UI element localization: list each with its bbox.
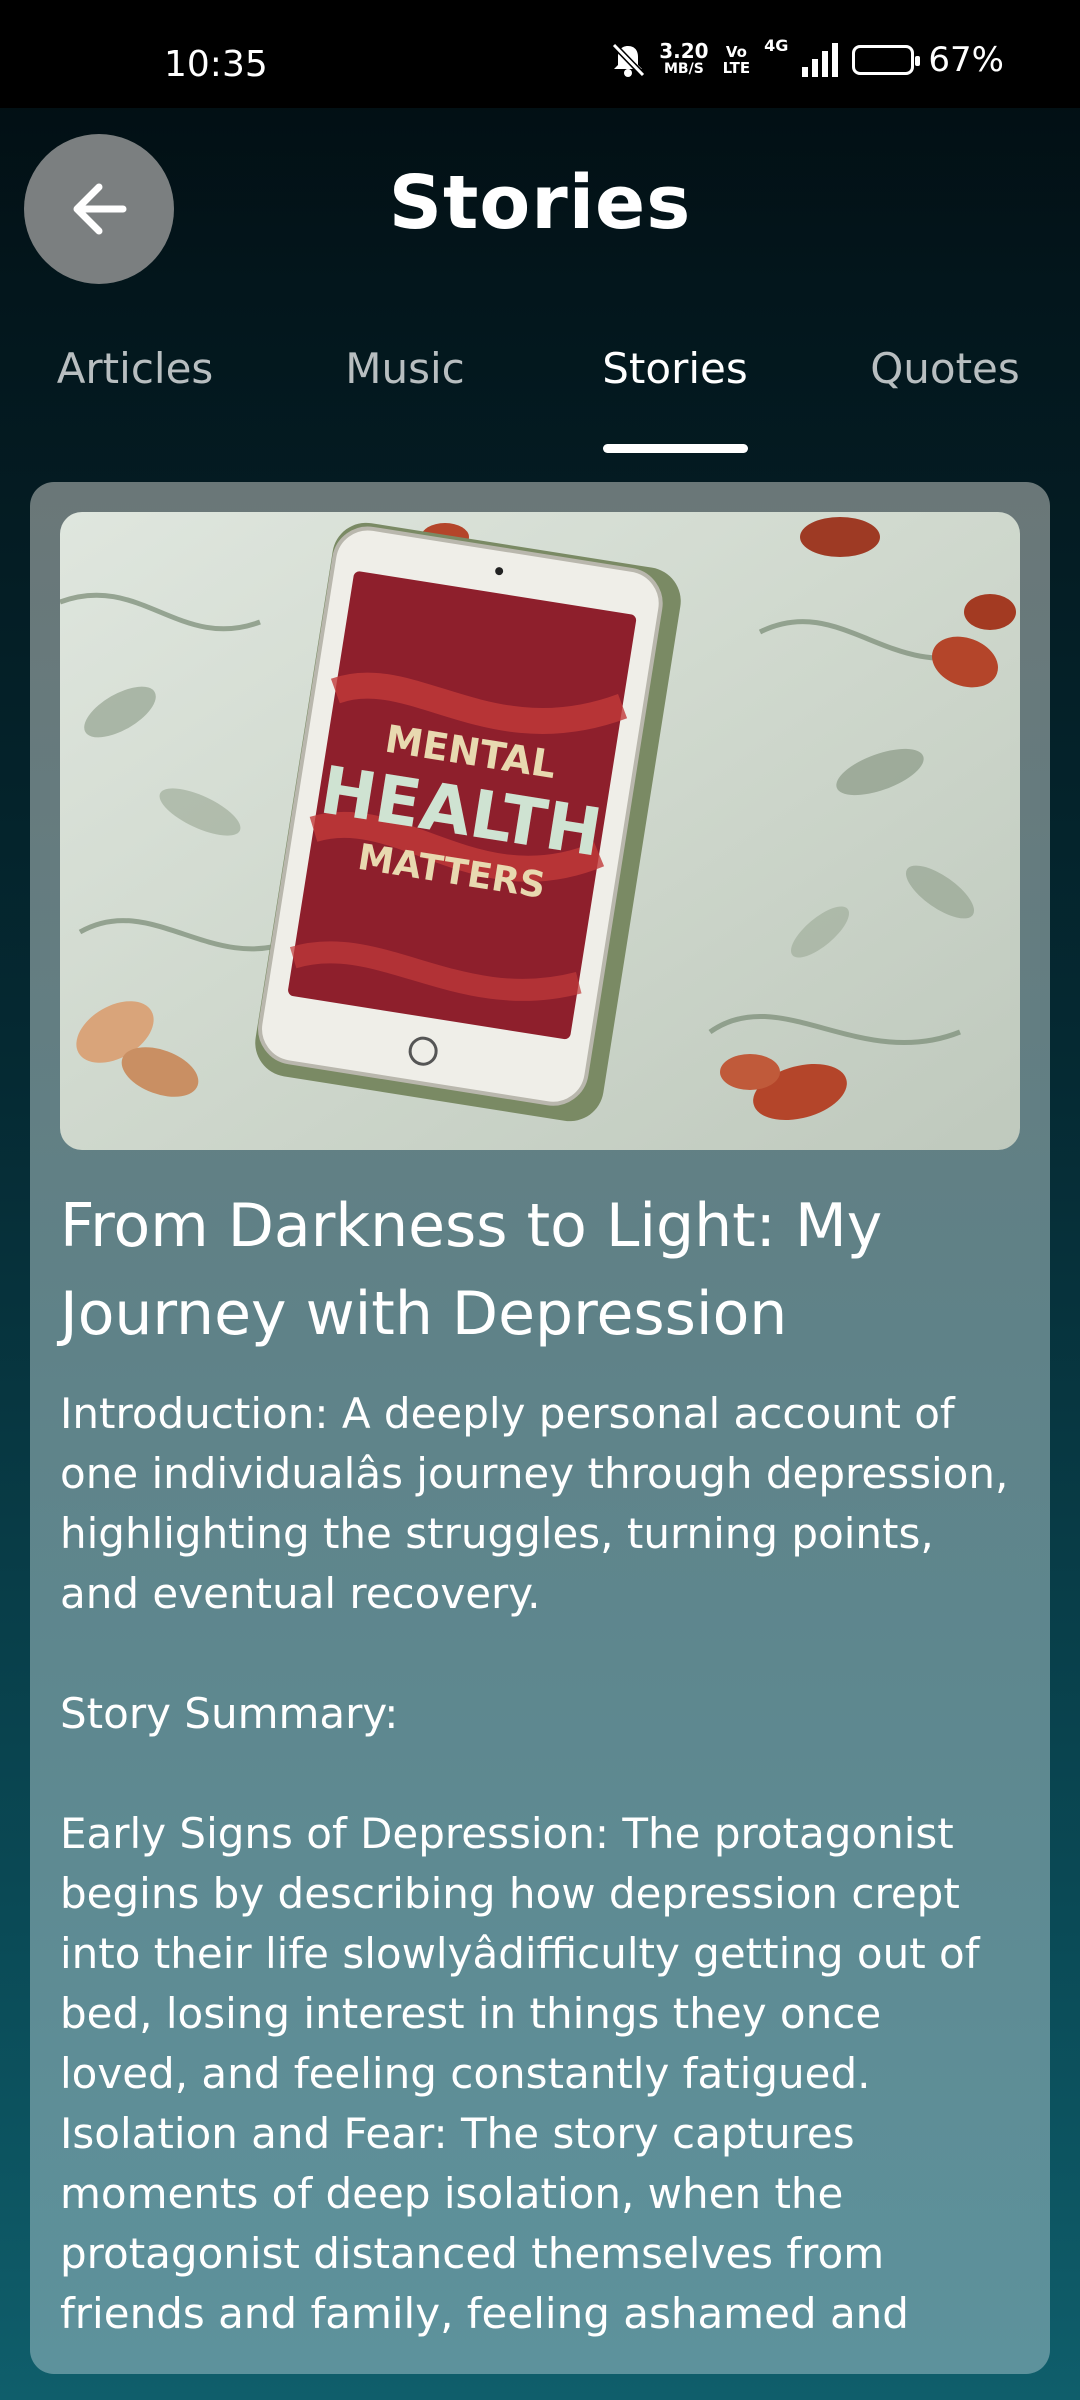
active-tab-indicator	[603, 444, 748, 453]
status-bar: 10:35 3.20 MB/S Vo LTE 4G 67%	[0, 0, 1080, 108]
volte-bottom: LTE	[722, 59, 751, 77]
story-image: MENTAL HEALTH MATTERS	[60, 512, 1020, 1150]
tab-stories[interactable]: Stories	[565, 344, 785, 393]
network-speed-unit: MB/S	[664, 61, 704, 77]
battery-icon	[852, 45, 921, 75]
tab-quotes[interactable]: Quotes	[835, 344, 1055, 393]
status-time: 10:35	[164, 44, 268, 85]
story-card[interactable]: MENTAL HEALTH MATTERS From Darkness to L…	[30, 482, 1050, 2374]
category-tabs: Articles Music Stories Quotes	[0, 344, 1080, 454]
signal-icon	[802, 43, 839, 77]
network-type: 4G	[764, 36, 789, 55]
tab-articles[interactable]: Articles	[25, 344, 245, 393]
tab-music[interactable]: Music	[295, 344, 515, 393]
story-title: From Darkness to Light: My Journey with …	[60, 1191, 883, 1349]
page-title: Stories	[388, 160, 692, 246]
network-speed: 3.20 MB/S	[659, 39, 709, 78]
network-speed-value: 3.20	[659, 39, 709, 63]
bell-off-icon	[611, 42, 646, 78]
status-icons: 3.20 MB/S Vo LTE 4G 67%	[611, 36, 1004, 80]
battery-percent: 67%	[928, 40, 1004, 80]
volte-top: Vo	[725, 43, 747, 61]
story-body: Introduction: A deeply personal account …	[60, 1389, 1009, 2338]
volte-indicator: Vo LTE	[723, 44, 751, 76]
